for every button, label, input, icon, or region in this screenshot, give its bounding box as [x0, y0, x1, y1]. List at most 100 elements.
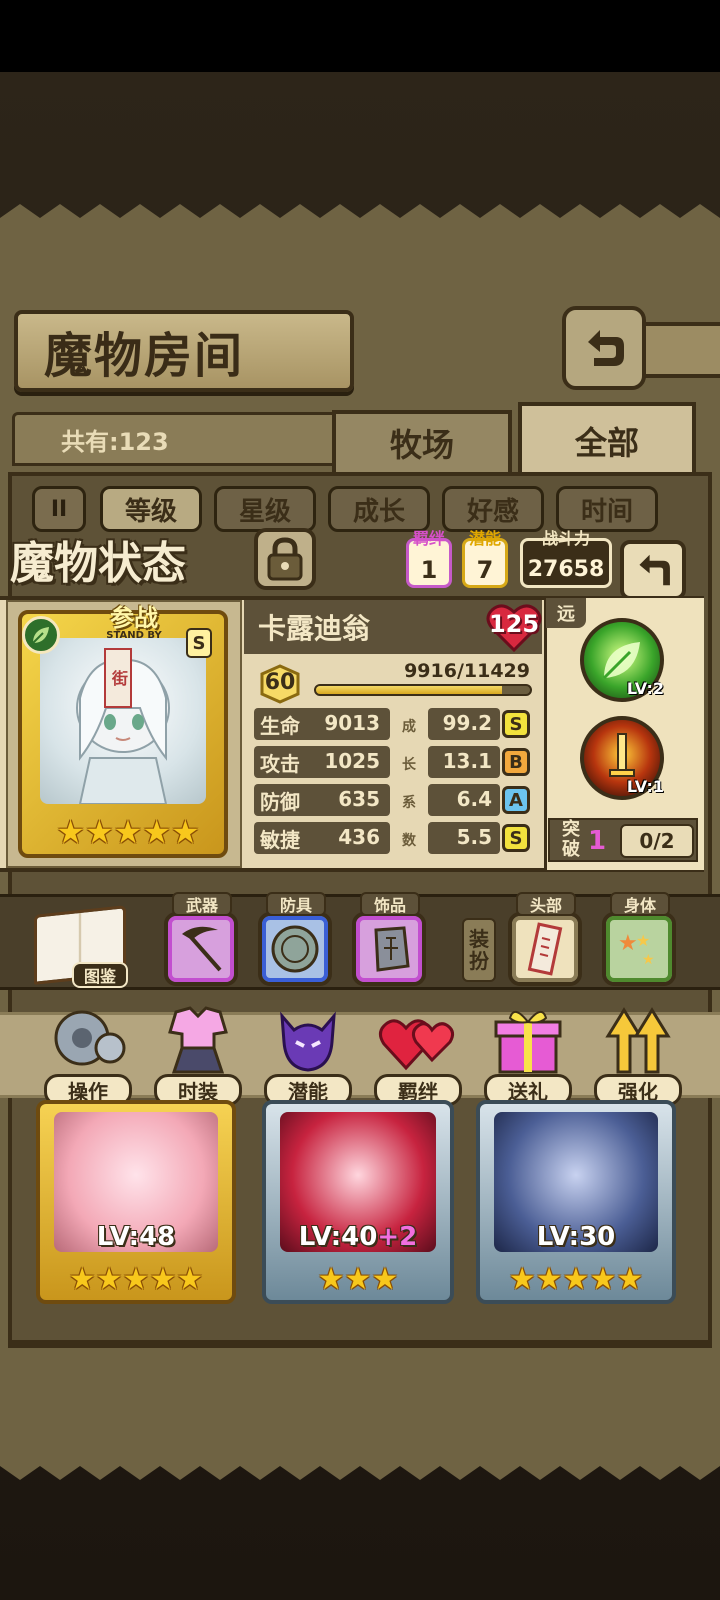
scythe-icon [182, 926, 222, 972]
exp-bar [314, 684, 532, 696]
star-icon: ★ [508, 1262, 536, 1297]
sort-order-toggle[interactable]: II [32, 486, 86, 532]
status-title: 魔物状态 [10, 528, 242, 590]
demon-icon [280, 1011, 336, 1072]
status-bar-area [0, 0, 720, 72]
monster-card[interactable]: LV:40+2 ★★★ [262, 1100, 454, 1304]
star-icon: ★ [562, 1262, 590, 1297]
growth-value: 5.5 [456, 825, 492, 849]
level-badge: 60 [258, 664, 302, 704]
leaf-icon [32, 627, 49, 644]
star-icon: ★ [122, 1262, 150, 1297]
bond-button[interactable]: 羁绊 [370, 1002, 466, 1106]
affinity-value: 125 [488, 610, 540, 638]
operate-button[interactable]: 操作 [40, 1002, 136, 1106]
growth-value: 99.2 [442, 711, 492, 735]
monster-card[interactable]: LV:30 ★★★★★ [476, 1100, 676, 1304]
svg-text:★: ★ [642, 952, 655, 968]
top-zigzag-border [0, 204, 720, 232]
skill-2-button[interactable]: LV:1 [580, 716, 664, 800]
enhance-button[interactable]: 强化 [590, 1002, 686, 1106]
power-value: 27658 [527, 557, 605, 582]
star-icon: ★ [616, 1262, 644, 1297]
exp-bar-fill [316, 686, 502, 694]
list-bottom-border [8, 1340, 712, 1348]
talisman-tag: 街 [104, 648, 132, 708]
skill-1-button[interactable]: LV:2 [580, 618, 664, 702]
stat-label: 生命 [260, 714, 300, 738]
star-icon: ★ [535, 1262, 563, 1297]
gift-button[interactable]: 送礼 [480, 1002, 576, 1106]
up-arrows-icon [605, 1007, 671, 1074]
weapon-slot[interactable] [164, 912, 238, 986]
status-back-button[interactable] [620, 540, 686, 600]
breakthrough-count: 1 [588, 826, 607, 856]
power-label: 战斗力 [541, 529, 590, 548]
monster-card-stars: ★★★★★ [480, 1264, 672, 1296]
return-arrow-icon [588, 330, 624, 366]
tab-pasture[interactable]: 牧场 [332, 410, 512, 472]
monster-card-level: LV:48 [96, 1222, 176, 1252]
attack-range-tag: 远 [546, 598, 586, 628]
armor-slot[interactable] [258, 912, 332, 986]
star-icon: ★ [149, 1262, 177, 1297]
grade-badge-defense: A [502, 786, 530, 814]
bond-value: 1 [420, 556, 438, 584]
growth-agility: 5.5 [428, 822, 500, 854]
stars-icon: ★ ★ ★ [618, 931, 655, 968]
potential-button[interactable]: 潜能 [260, 1002, 356, 1106]
body-slot[interactable]: ★ ★ ★ [602, 912, 676, 986]
head-slot[interactable] [508, 912, 582, 986]
sort-star-button[interactable]: 星级 [214, 486, 316, 532]
monster-card-stars: ★★★ [266, 1264, 450, 1296]
star-icon: ★ [84, 813, 114, 851]
stat-row-attack: 攻击 1025 [254, 746, 390, 778]
star-icon: ★ [95, 1262, 123, 1297]
stat-row-defense: 防御 635 [254, 784, 390, 816]
monster-count: 共有:123 [61, 427, 169, 456]
star-icon: ★ [68, 1262, 96, 1297]
lock-icon [267, 537, 303, 581]
back-button[interactable] [562, 306, 646, 390]
accessory-label: 饰品 [360, 892, 420, 916]
lock-button[interactable] [254, 528, 316, 590]
star-icon: ★ [171, 813, 200, 851]
star-icon: ★ [176, 1262, 204, 1297]
monster-count-bar: 共有:123 [12, 412, 342, 466]
armor-label: 防具 [266, 892, 326, 916]
gift-icon [494, 1011, 562, 1074]
power-badge: 战斗力 27658 [520, 529, 612, 588]
monster-card-level: LV:30 [536, 1222, 616, 1252]
growth-coeff-char: 成 [402, 719, 416, 735]
potential-badge: 潜能 7 [462, 529, 508, 588]
portrait-star-rating: ★ ★ ★ ★ ★ [56, 812, 199, 852]
growth-attack: 13.1 [428, 746, 500, 778]
affinity-heart-badge[interactable]: 125 [486, 602, 542, 653]
monster-card-level: LV:40+2 [298, 1222, 418, 1252]
return-arrow-icon [639, 554, 670, 586]
skill-1-level: LV:2 [626, 679, 664, 698]
growth-coeff-char: 长 [402, 757, 416, 773]
monster-card[interactable]: LV:48 ★★★★★ [36, 1100, 236, 1304]
monster-name: 卡露迪翁 [258, 612, 371, 645]
tab-all[interactable]: 全部 [518, 402, 696, 476]
skill-2-level: LV:1 [626, 777, 664, 796]
costume-button[interactable]: 时装 [150, 1002, 246, 1106]
star-icon: ★ [344, 1262, 372, 1297]
accessory-slot[interactable] [352, 912, 426, 986]
stat-value: 9013 [324, 711, 380, 735]
stat-value: 436 [338, 825, 380, 849]
star-icon: ★ [142, 813, 172, 851]
growth-hp: 99.2 [428, 708, 500, 740]
codex-button[interactable]: 图鉴 [28, 905, 132, 990]
grade-badge-agility: S [502, 824, 530, 852]
sort-level-button[interactable]: 等级 [100, 486, 202, 532]
standby-subtext: STAND BY [106, 630, 162, 641]
stat-label: 防御 [260, 790, 300, 814]
stat-label: 攻击 [260, 752, 300, 776]
svg-text:★: ★ [636, 931, 650, 950]
breakthrough-panel[interactable]: 突破 1 0/2 [548, 818, 698, 862]
status-title-text: 魔物状态 [10, 538, 186, 589]
star-icon: ★ [113, 813, 143, 851]
stat-value: 635 [338, 787, 380, 811]
